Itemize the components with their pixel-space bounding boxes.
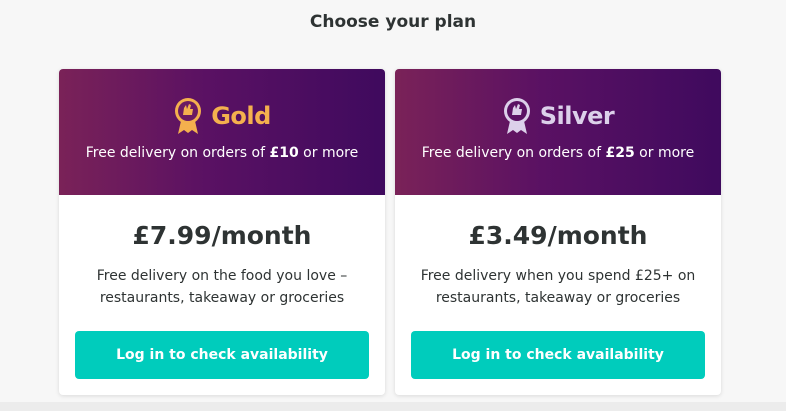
tier-title-row: Gold	[59, 97, 385, 135]
plan-card-silver: Silver Free delivery on orders of £25 or…	[395, 69, 721, 395]
plan-header-silver: Silver Free delivery on orders of £25 or…	[395, 69, 721, 195]
tier-description-amount: £25	[605, 145, 635, 161]
plan-price: £7.99/month	[132, 221, 312, 250]
tier-description-amount: £10	[269, 145, 299, 161]
tier-description-prefix: Free delivery on orders of	[421, 145, 606, 161]
plan-price: £3.49/month	[468, 221, 648, 250]
tier-description-prefix: Free delivery on orders of	[85, 145, 270, 161]
plan-benefit: Free delivery when you spend £25+ on res…	[420, 268, 696, 306]
tier-title-row: Silver	[395, 97, 721, 135]
gold-ribbon-badge-icon	[173, 97, 203, 135]
tier-description-suffix: or more	[298, 145, 359, 161]
silver-ribbon-badge-icon	[502, 97, 532, 135]
tier-description: Free delivery on orders of £25 or more	[395, 145, 721, 161]
page-footer-strip	[0, 402, 786, 411]
tier-name: Gold	[211, 102, 271, 130]
tier-description-suffix: or more	[634, 145, 695, 161]
page-title: Choose your plan	[309, 12, 477, 32]
tier-description: Free delivery on orders of £10 or more	[59, 145, 385, 161]
tier-name: Silver	[539, 102, 615, 130]
plan-card-gold: Gold Free delivery on orders of £10 or m…	[59, 69, 385, 395]
plan-benefit: Free delivery on the food you love – res…	[96, 268, 348, 306]
login-check-availability-button[interactable]: Log in to check availability	[75, 331, 369, 379]
login-check-availability-button[interactable]: Log in to check availability	[411, 331, 705, 379]
plan-header-gold: Gold Free delivery on orders of £10 or m…	[59, 69, 385, 195]
